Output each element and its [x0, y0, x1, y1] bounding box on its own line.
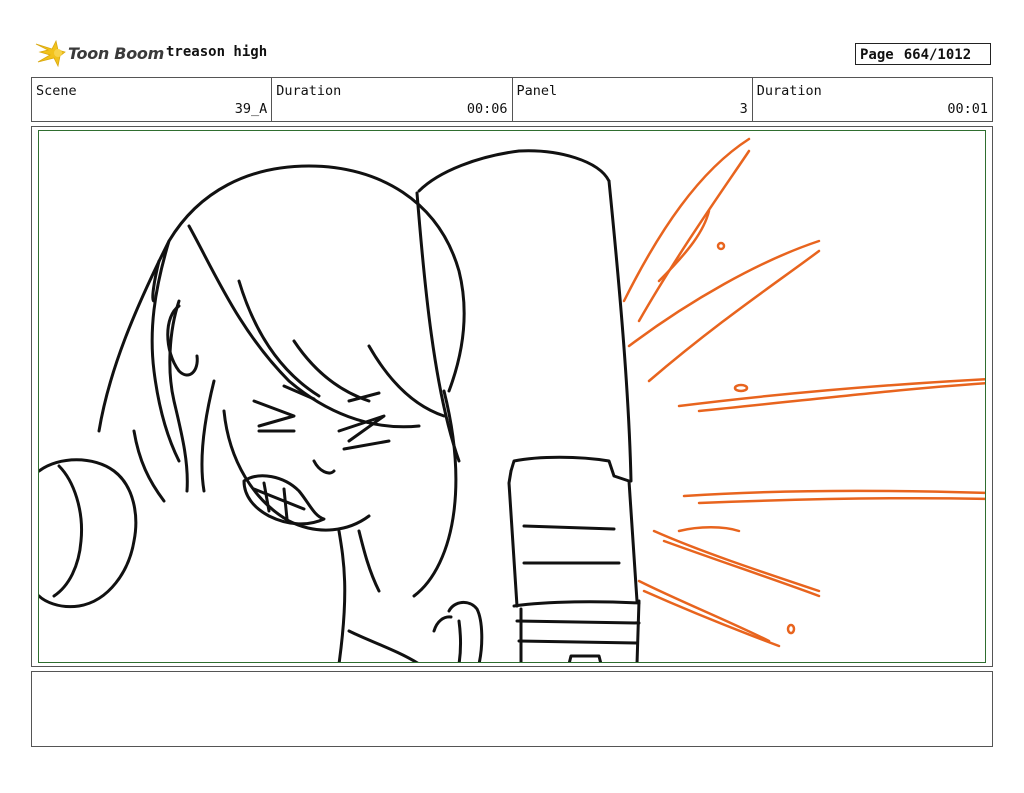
- impact-lines: [622, 137, 985, 648]
- storyboard-sketch: [39, 137, 985, 662]
- panel-drawing-area: [38, 130, 986, 663]
- pillar-line-art: [415, 149, 641, 662]
- panel-duration-cell: Duration 00:01: [753, 78, 992, 121]
- logo-text: Toon Boom: [68, 43, 164, 63]
- impact-dot: [786, 623, 796, 635]
- star-burst-icon: [35, 39, 66, 68]
- info-row: Scene 39_A Duration 00:06 Panel 3 Durati…: [31, 77, 993, 122]
- panel-label: Panel: [516, 83, 558, 99]
- panel-duration-value: 00:01: [947, 101, 988, 117]
- scene-value: 39_A: [234, 101, 268, 117]
- project-title: treason high: [166, 44, 268, 60]
- page-indicator: Page 664/1012: [855, 43, 991, 65]
- panel-value: 3: [739, 101, 748, 117]
- character-line-art: [39, 164, 484, 662]
- impact-dot: [716, 241, 726, 251]
- scene-duration-cell: Duration 00:06: [272, 78, 513, 121]
- page-label: Page: [860, 47, 894, 63]
- impact-dot: [733, 383, 749, 393]
- scene-label: Scene: [36, 83, 77, 99]
- page-number: 664/1012: [903, 47, 972, 63]
- toon-boom-logo: Toon Boom: [34, 38, 164, 68]
- panel-cell: Panel 3: [513, 78, 753, 121]
- panel-duration-label: Duration: [756, 83, 822, 99]
- scene-cell: Scene 39_A: [32, 78, 273, 121]
- scene-duration-value: 00:06: [466, 101, 508, 117]
- scene-duration-label: Duration: [276, 83, 342, 99]
- panel-notes-box: [31, 671, 993, 747]
